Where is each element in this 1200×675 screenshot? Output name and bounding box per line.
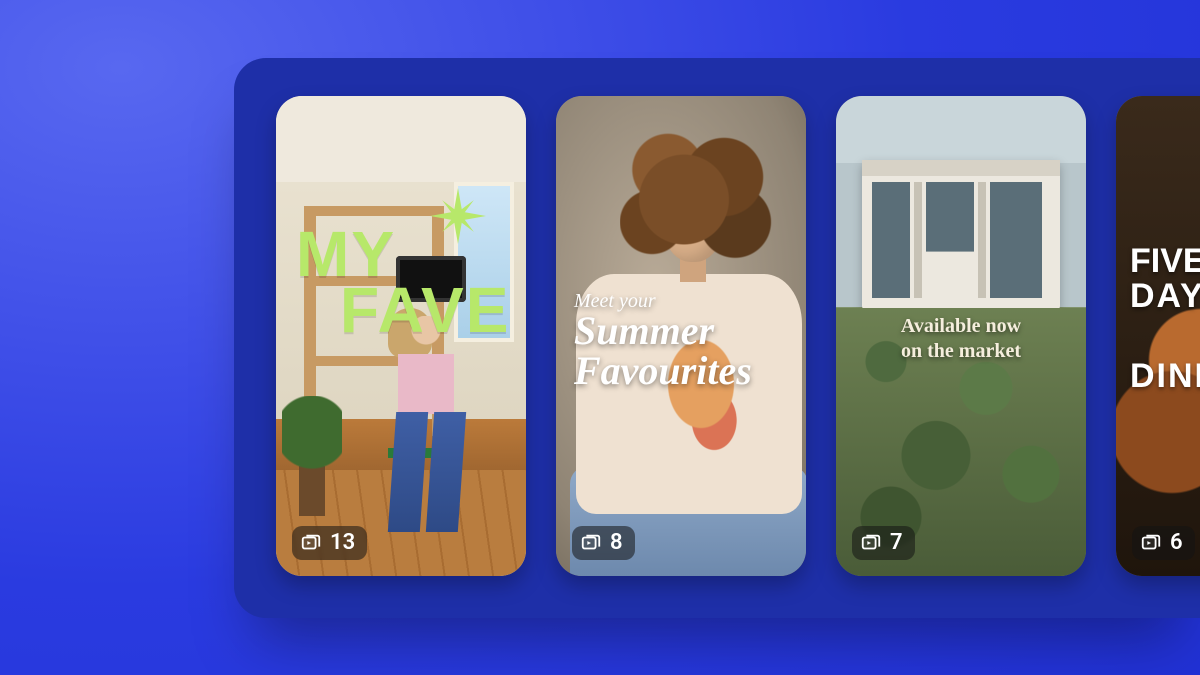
video-stack-icon	[860, 532, 882, 554]
page-count: 8	[610, 532, 623, 554]
card-overlay-title: Meet your Summer Favourites	[574, 290, 792, 391]
page-count-badge: 7	[852, 526, 915, 560]
template-card[interactable]: Meet your Summer Favourites 8	[556, 96, 806, 576]
template-card[interactable]: Available now on the market 7	[836, 96, 1086, 576]
video-stack-icon	[580, 532, 602, 554]
overlay-line-2: on the market	[901, 340, 1021, 362]
template-card[interactable]: FIVE DAYS DINE 6	[1116, 96, 1200, 576]
template-card[interactable]: MY FAVE 13	[276, 96, 526, 576]
card-overlay-title: FIVE DAYS DINE	[1130, 244, 1200, 394]
page-count: 7	[890, 532, 903, 554]
template-carousel-panel: MY FAVE 13 Meet yo	[234, 58, 1200, 618]
page-count: 6	[1170, 532, 1183, 554]
overlay-line-1: Summer	[574, 311, 792, 351]
page-count-badge: 8	[572, 526, 635, 560]
card-overlay-title: MY FAVE	[296, 226, 512, 339]
page-count: 13	[330, 532, 355, 554]
overlay-line-1: FIVE	[1130, 244, 1200, 279]
overlay-line-2: DAYS	[1130, 279, 1200, 314]
video-stack-icon	[300, 532, 322, 554]
overlay-line-3: DINE	[1130, 359, 1200, 394]
overlay-line-1: Available now	[901, 315, 1021, 337]
page-count-badge: 6	[1132, 526, 1195, 560]
overlay-line-2: FAVE	[340, 282, 512, 338]
page-count-badge: 13	[292, 526, 367, 560]
overlay-line-2: Favourites	[574, 351, 792, 391]
card-overlay-title: Available now on the market	[836, 314, 1086, 364]
video-stack-icon	[1140, 532, 1162, 554]
